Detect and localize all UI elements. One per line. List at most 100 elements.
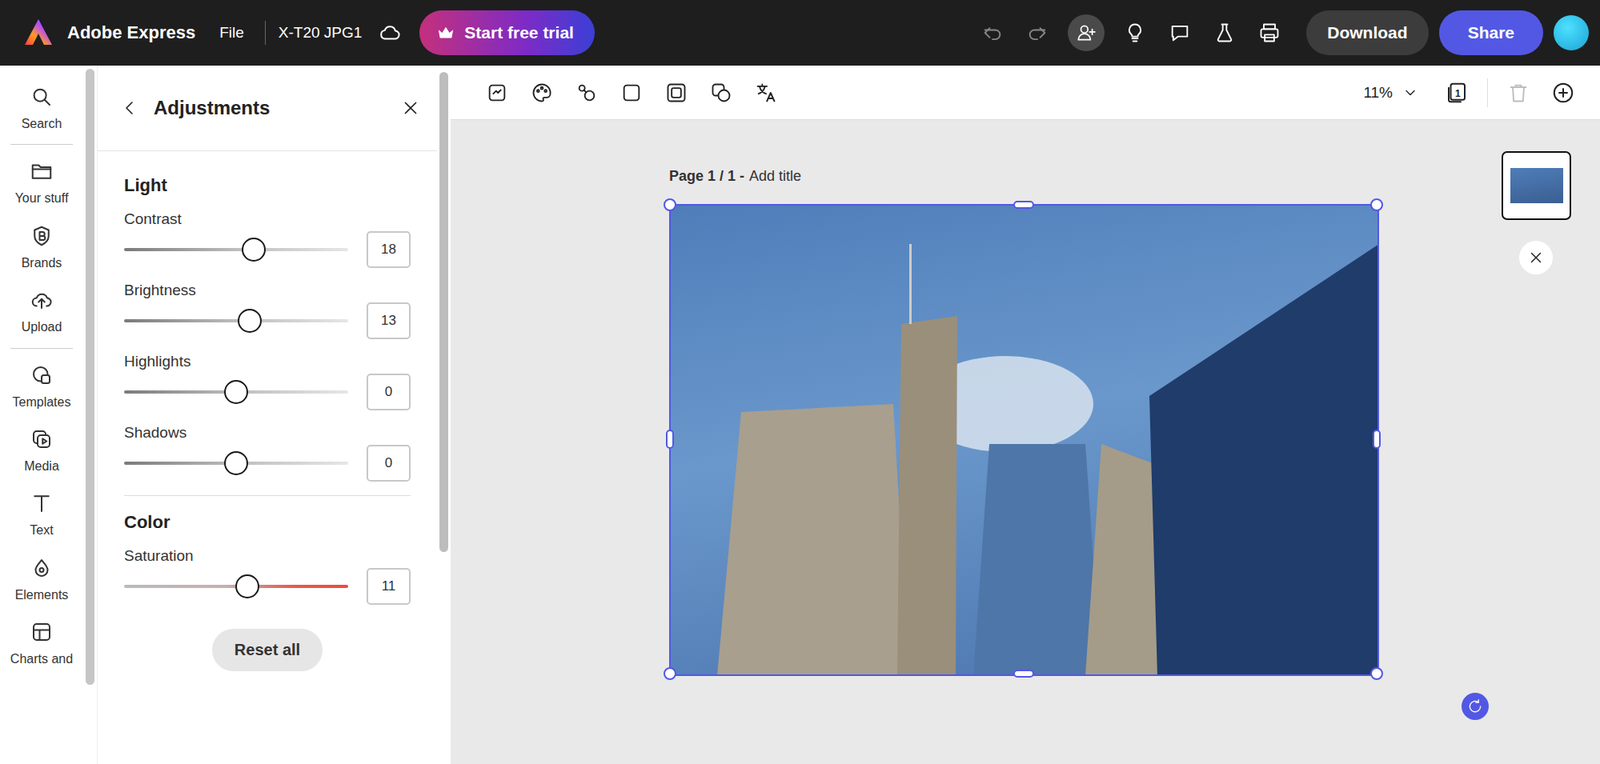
palette-icon[interactable] <box>519 70 565 116</box>
back-icon[interactable] <box>120 98 140 118</box>
rotate-icon[interactable] <box>1461 693 1489 721</box>
undo-icon[interactable] <box>970 10 1015 56</box>
slider-track[interactable] <box>124 461 349 466</box>
start-trial-button[interactable]: Start free trial <box>419 10 595 56</box>
slider-value[interactable]: 11 <box>366 568 411 606</box>
pages-button[interactable]: 1 <box>1434 70 1480 116</box>
page-count[interactable]: 1 <box>1455 87 1461 99</box>
translate-icon[interactable] <box>743 70 789 116</box>
rail-item[interactable]: Charts and <box>0 610 84 675</box>
media-icon <box>29 427 54 460</box>
top-bar: Adobe Express File X-T20 JPG1 Start free tr… <box>0 0 1600 66</box>
add-page-icon[interactable] <box>1540 70 1586 116</box>
avatar[interactable] <box>1553 15 1589 51</box>
slider-label: Shadows <box>124 424 411 442</box>
resize-handle[interactable] <box>1013 200 1035 209</box>
canvas-stage: Page 1 / 1 -Add title <box>450 120 1600 764</box>
panel-scrollbar[interactable] <box>437 65 451 764</box>
invite-icon[interactable] <box>1067 14 1105 52</box>
download-button[interactable]: Download <box>1306 10 1428 56</box>
slider-label: Brightness <box>124 281 411 300</box>
trash-icon <box>1495 70 1541 116</box>
rail-label[interactable]: Elements <box>15 588 69 603</box>
slider-row: Brightness 13 <box>124 281 411 340</box>
chevron-down-icon[interactable] <box>1402 84 1419 101</box>
rail-label[interactable]: Upload <box>21 320 63 335</box>
reset-all-button[interactable]: Reset all <box>212 629 323 672</box>
slider-row: Highlights 0 <box>124 352 411 411</box>
resize-handle[interactable] <box>1013 669 1035 678</box>
resize-handle[interactable] <box>1370 667 1384 681</box>
slider-track[interactable] <box>124 319 349 323</box>
slider-thumb[interactable] <box>241 237 266 262</box>
border-icon[interactable] <box>653 70 699 116</box>
page-thumbnail[interactable] <box>1501 151 1572 221</box>
layers-icon[interactable] <box>698 70 744 116</box>
cloud-icon <box>377 20 402 45</box>
document-title[interactable]: X-T20 JPG1 <box>278 24 363 42</box>
flask-icon[interactable] <box>1202 10 1248 56</box>
zoom-value[interactable]: 11% <box>1363 84 1393 102</box>
slider-row: Shadows 0 <box>124 424 411 482</box>
share-button[interactable]: Share <box>1439 10 1544 56</box>
search-icon <box>29 84 54 117</box>
resize-handle[interactable] <box>663 198 677 212</box>
resize-handle[interactable] <box>663 667 677 681</box>
shape-icon[interactable] <box>609 70 654 116</box>
slider-value[interactable]: 0 <box>366 445 411 482</box>
slider-row: Saturation11 <box>124 547 411 606</box>
rail-scrollbar[interactable] <box>83 65 97 764</box>
slider-thumb[interactable] <box>235 574 260 599</box>
comment-icon[interactable] <box>1157 10 1203 56</box>
rail-item[interactable]: Upload <box>0 278 84 343</box>
page-label: Page 1 / 1 -Add title <box>669 168 802 185</box>
rail-label[interactable]: Text <box>29 523 53 538</box>
zoom-control[interactable]: 11% <box>1363 84 1419 102</box>
page-title-field[interactable]: Add title <box>749 168 802 185</box>
rail-label[interactable]: Brands <box>21 256 63 271</box>
replace-icon[interactable] <box>474 70 520 116</box>
print-icon[interactable] <box>1247 10 1292 56</box>
rail-label[interactable]: Your stuff <box>15 191 69 206</box>
rail-item[interactable]: Brands <box>0 214 84 279</box>
slider-track[interactable] <box>124 585 349 589</box>
slider-value[interactable]: 0 <box>366 373 411 411</box>
rail-label[interactable]: Media <box>24 459 60 474</box>
resize-handle[interactable] <box>1372 429 1381 450</box>
trial-label[interactable]: Start free trial <box>464 23 574 43</box>
rail-label[interactable]: Search <box>21 116 63 132</box>
upload-icon <box>29 288 54 321</box>
photo[interactable] <box>669 204 1380 677</box>
slider-thumb[interactable] <box>224 451 249 476</box>
slider-track[interactable] <box>124 390 349 394</box>
canvas-toolbar: 11% 1 <box>450 65 1600 121</box>
slider-thumb[interactable] <box>224 380 249 405</box>
close-icon[interactable] <box>1519 240 1553 275</box>
rail-label[interactable]: Templates <box>12 395 72 410</box>
slider-thumb[interactable] <box>237 308 262 333</box>
text-icon <box>29 491 54 524</box>
lightbulb-icon[interactable] <box>1112 10 1158 56</box>
rail-item[interactable]: Elements <box>0 546 84 611</box>
resize-handle[interactable] <box>665 429 674 450</box>
elements-icon <box>29 556 54 589</box>
slider-row: Contrast18 <box>124 210 411 269</box>
slider-value[interactable]: 13 <box>366 302 411 340</box>
page-number: Page 1 / 1 - <box>669 168 745 185</box>
adobe-express-logo-icon[interactable] <box>22 16 55 49</box>
resize-handle[interactable] <box>1370 198 1384 212</box>
redo-icon[interactable] <box>1014 10 1060 56</box>
effects-icon[interactable] <box>564 70 610 116</box>
rail-item[interactable]: Media <box>0 417 84 482</box>
rail-item[interactable]: Search <box>0 75 84 140</box>
rail-label[interactable]: Charts and <box>10 652 73 667</box>
rail-item[interactable]: Templates <box>0 353 84 418</box>
rail-item[interactable]: Your stuff <box>0 149 84 214</box>
app-name[interactable]: Adobe Express <box>67 22 196 44</box>
close-icon[interactable] <box>400 97 422 119</box>
slider-track[interactable] <box>124 248 349 252</box>
slider-label: Highlights <box>124 352 411 371</box>
rail-item[interactable]: Text <box>0 481 84 546</box>
file-menu[interactable]: File <box>219 24 245 42</box>
slider-value[interactable]: 18 <box>366 231 411 269</box>
